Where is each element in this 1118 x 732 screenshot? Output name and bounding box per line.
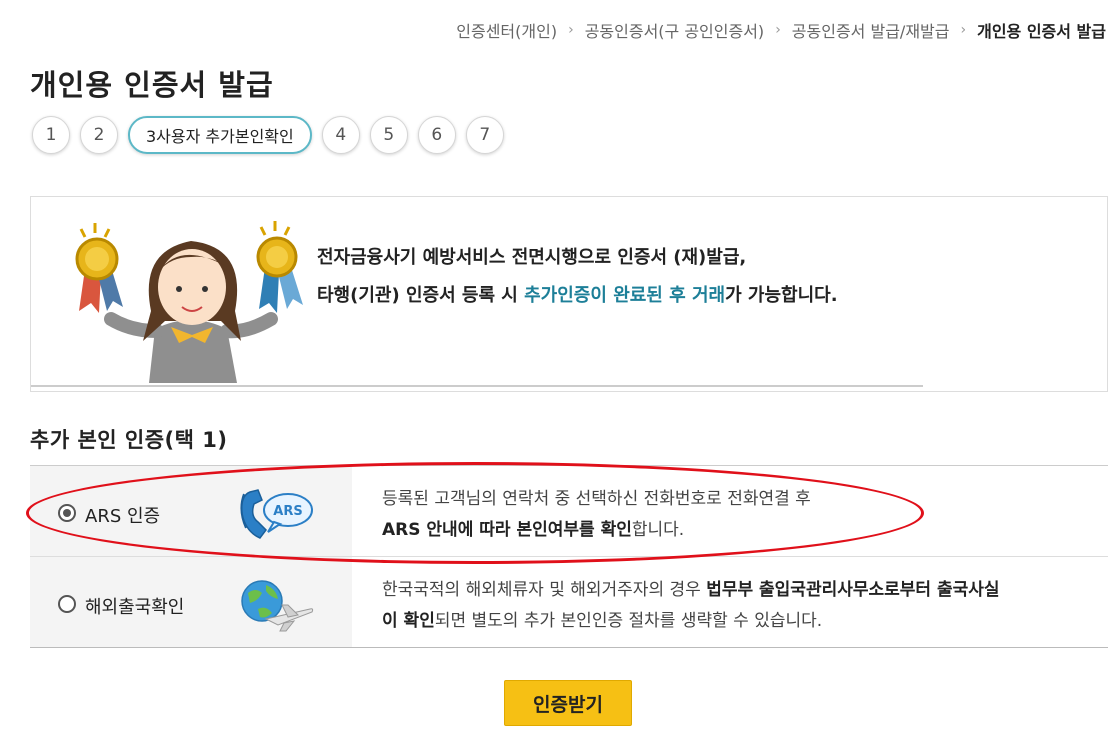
auth-options-list: ARS 인증 ARS 등록된 고객님의 연락처 중 선택하신 전화번호로 전화연…: [30, 465, 1108, 648]
radio-ars[interactable]: [58, 504, 76, 522]
chevron-right-icon: ›: [960, 22, 967, 38]
banner-divider: [31, 385, 923, 387]
step-indicator: 1 2 3사용자 추가본인확인 4 5 6 7: [32, 116, 514, 154]
option-overseas[interactable]: 해외출국확인 한국국적의 해외체류자 및 해외거주자의 경우 법무부 출입국관리…: [30, 557, 1108, 648]
desc-line: 등록된 고객님의 연락처 중 선택하신 전화번호로 전화연결 후: [382, 489, 811, 509]
desc-line: ARS 안내에 따라 본인여부를 확인합니다.: [382, 515, 1098, 546]
chevron-right-icon: ›: [568, 22, 574, 38]
page-title: 개인용 인증서 발급: [30, 68, 274, 102]
option-ars-label[interactable]: ARS 인증: [85, 502, 160, 528]
woman-illustration: [104, 241, 278, 383]
option-ars[interactable]: ARS 인증 ARS 등록된 고객님의 연락처 중 선택하신 전화번호로 전화연…: [30, 466, 1108, 557]
desc-bold: ARS 안내에 따라 본인여부를 확인: [382, 520, 632, 540]
option-overseas-label[interactable]: 해외출국확인: [85, 593, 184, 619]
desc-text: 한국국적의 해외체류자 및 해외거주자의 경우: [382, 580, 707, 600]
banner-text: 가 가능합니다.: [725, 285, 838, 306]
chevron-right-icon: ›: [775, 22, 781, 38]
desc-bold: 법무부 출입국관리사무소로부터 출국사실: [706, 580, 1000, 600]
step-2: 2: [80, 116, 118, 154]
step-6: 6: [417, 116, 456, 154]
option-overseas-description: 한국국적의 해외체류자 및 해외거주자의 경우 법무부 출입국관리사무소로부터 …: [382, 575, 1098, 637]
breadcrumb-current: 개인용 인증서 발급: [977, 22, 1106, 41]
step-5: 5: [369, 116, 408, 154]
desc-text: 합니다.: [631, 520, 685, 540]
banner-line-1: 전자금융사기 예방서비스 전면시행으로 인증서 (재)발급,: [317, 247, 747, 268]
option-ars-description: 등록된 고객님의 연락처 중 선택하신 전화번호로 전화연결 후 ARS 안내에…: [382, 484, 1098, 546]
desc-text: 되면 별도의 추가 본인인증 절차를 생략할 수 있습니다.: [434, 611, 823, 631]
radio-overseas[interactable]: [58, 595, 76, 613]
globe-airplane-icon: [241, 580, 314, 632]
banner-text: 타행(기관) 인증서 등록 시: [317, 285, 525, 306]
medal-right-icon: [256, 221, 303, 313]
banner-message: 전자금융사기 예방서비스 전면시행으로 인증서 (재)발급, 타행(기관) 인증…: [317, 239, 838, 315]
authenticate-button[interactable]: 인증받기: [504, 680, 632, 726]
breadcrumb-item-joint-cert[interactable]: 공동인증서(구 공인인증서): [585, 18, 765, 42]
phone-ars-icon: ARS: [240, 489, 313, 539]
step-4: 4: [321, 116, 360, 154]
banner-highlight: 추가인증이 완료된: [524, 285, 663, 306]
banner-line-2: 타행(기관) 인증서 등록 시 추가인증이 완료된 후 거래가 가능합니다.: [317, 277, 838, 315]
breadcrumb-item-issue-reissue[interactable]: 공동인증서 발급/재발급: [792, 18, 950, 42]
desc-line: 한국국적의 해외체류자 및 해외거주자의 경우 법무부 출입국관리사무소로부터 …: [382, 575, 1098, 606]
section-title: 추가 본인 인증(택 1): [30, 428, 228, 452]
breadcrumb-item-cert-center[interactable]: 인증센터(개인): [456, 18, 557, 42]
step-3-active: 3사용자 추가본인확인: [128, 116, 312, 154]
woman-with-medals-illustration: [75, 221, 303, 383]
step-1: 1: [32, 116, 70, 154]
ars-badge-text: ARS: [273, 504, 302, 519]
desc-line: 이 확인되면 별도의 추가 본인인증 절차를 생략할 수 있습니다.: [382, 606, 1098, 637]
desc-bold: 이 확인: [382, 611, 435, 631]
medal-left-icon: [75, 223, 123, 313]
notice-banner: 전자금융사기 예방서비스 전면시행으로 인증서 (재)발급, 타행(기관) 인증…: [30, 196, 1108, 392]
breadcrumb: 인증센터(개인) › 공동인증서(구 공인인증서) › 공동인증서 발급/재발급…: [456, 18, 1106, 42]
step-7: 7: [465, 116, 504, 154]
banner-highlight: 후 거래: [669, 285, 726, 306]
